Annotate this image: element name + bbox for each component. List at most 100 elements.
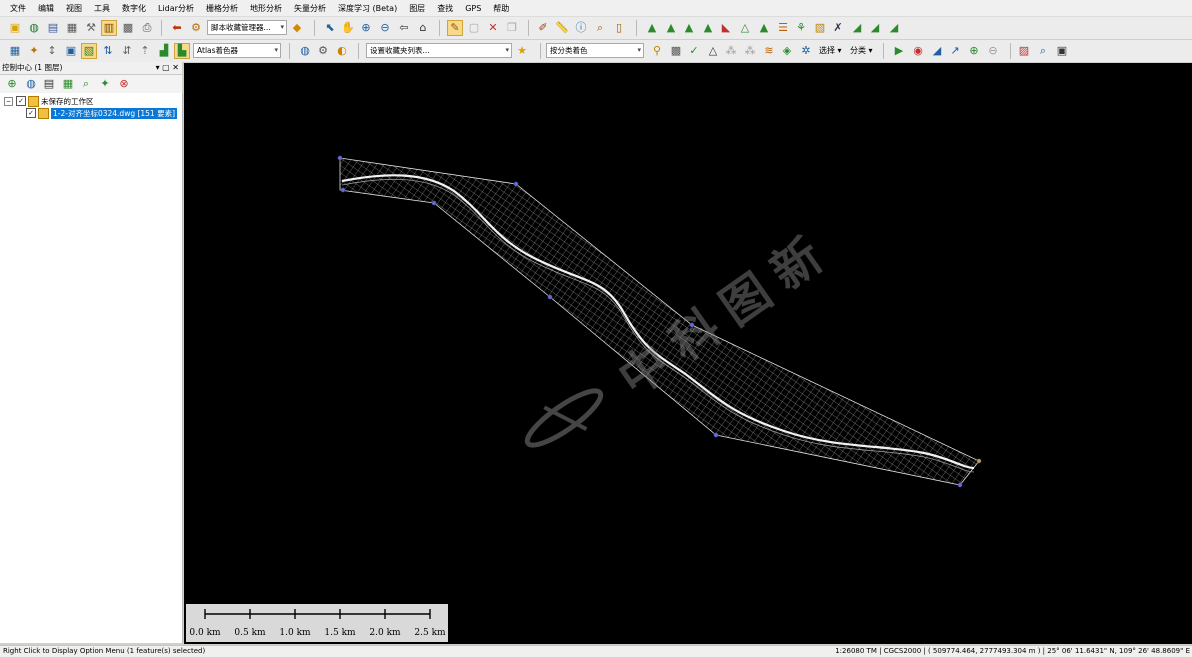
- find-icon[interactable]: ⌕: [592, 20, 608, 36]
- select-menu-button[interactable]: 选择 ▾: [819, 45, 842, 56]
- layer-stack-icon[interactable]: ◈: [779, 43, 795, 59]
- menu-item[interactable]: 地形分析: [244, 3, 288, 14]
- device-icon[interactable]: ▯: [611, 20, 627, 36]
- ruler-icon[interactable]: 📏: [554, 20, 570, 36]
- print-icon[interactable]: ⎙: [139, 20, 155, 36]
- info-icon[interactable]: ⓘ: [573, 20, 589, 36]
- remove-layer-icon[interactable]: ⊗: [116, 76, 132, 92]
- export-icon[interactable]: ▩: [120, 20, 136, 36]
- menu-item[interactable]: Lidar分析: [152, 3, 200, 14]
- height-icon[interactable]: ↕: [44, 43, 60, 59]
- vertex-point[interactable]: [976, 458, 982, 464]
- spark-icon[interactable]: ✲: [798, 43, 814, 59]
- layer-label[interactable]: 1-2-对齐坐标0324.dwg [151 要素]: [51, 107, 178, 119]
- vertex-point[interactable]: [431, 200, 437, 206]
- menu-item[interactable]: 帮助: [487, 3, 515, 14]
- folder-open-icon[interactable]: ▣: [7, 20, 23, 36]
- layout-icon[interactable]: ▣: [63, 43, 79, 59]
- tree-icon[interactable]: ⚘: [793, 20, 809, 36]
- menu-item[interactable]: 数字化: [116, 3, 152, 14]
- menu-item[interactable]: 文件: [0, 3, 32, 14]
- image-icon[interactable]: ▧: [812, 20, 828, 36]
- add-layer-icon[interactable]: ⊕: [4, 76, 20, 92]
- stack-icon[interactable]: ≋: [761, 43, 777, 59]
- vertex-point[interactable]: [547, 294, 553, 300]
- globe-layer-icon[interactable]: ◍: [23, 76, 39, 92]
- favorites-combo[interactable]: 设置收藏夹列表... ▾: [366, 43, 512, 58]
- delete-icon[interactable]: ✕: [485, 20, 501, 36]
- classify-icon[interactable]: ▧: [81, 43, 97, 59]
- water-icon[interactable]: ⇅: [100, 43, 116, 59]
- star-icon[interactable]: ★: [514, 43, 530, 59]
- wrench-icon[interactable]: ⚒: [83, 20, 99, 36]
- remove-point-icon[interactable]: ⊖: [985, 43, 1001, 59]
- script-manager-combo[interactable]: 脚本收藏管理器... ▾: [207, 20, 287, 35]
- digitize-2-icon[interactable]: ◢: [867, 20, 883, 36]
- points-2-icon[interactable]: ⁂: [742, 43, 758, 59]
- menu-item[interactable]: 查找: [431, 3, 459, 14]
- vertex-point[interactable]: [713, 432, 719, 438]
- contour-icon[interactable]: ▲: [756, 20, 772, 36]
- sun-icon[interactable]: ◐: [334, 43, 350, 59]
- new-feature-icon[interactable]: ▢: [466, 20, 482, 36]
- triangle-icon[interactable]: △: [705, 43, 721, 59]
- menu-item[interactable]: 栅格分析: [200, 3, 244, 14]
- tool-a-icon[interactable]: ◢: [929, 43, 945, 59]
- globe-icon[interactable]: ◍: [26, 20, 42, 36]
- filter-icon[interactable]: ✗: [830, 20, 846, 36]
- layer-tool-3-icon[interactable]: ✦: [97, 76, 113, 92]
- ground-icon[interactable]: ▟: [156, 43, 172, 59]
- menu-item[interactable]: 图层: [403, 3, 431, 14]
- edit-pencil-icon[interactable]: ✎: [447, 20, 463, 36]
- table-icon[interactable]: ▦: [64, 20, 80, 36]
- corridor-polygon[interactable]: [339, 157, 980, 486]
- layer-tool-1-icon[interactable]: ▦: [60, 76, 76, 92]
- vertex-point[interactable]: [513, 181, 519, 187]
- add-point-icon[interactable]: ⊕: [966, 43, 982, 59]
- stop-icon[interactable]: ◉: [910, 43, 926, 59]
- table-layer-icon[interactable]: ▤: [41, 76, 57, 92]
- menu-item[interactable]: 矢量分析: [288, 3, 332, 14]
- profile-icon[interactable]: ◣: [718, 20, 734, 36]
- terrain-4-icon[interactable]: ▲: [700, 20, 716, 36]
- grid-lines-icon[interactable]: ☰: [775, 20, 791, 36]
- script-run-icon[interactable]: ⬅: [169, 20, 185, 36]
- map-canvas[interactable]: 中科图新: [184, 63, 1192, 644]
- funnel-icon[interactable]: ⚲: [649, 43, 665, 59]
- tool-b-icon[interactable]: ↗: [947, 43, 963, 59]
- window-icon[interactable]: ▣: [1054, 43, 1070, 59]
- home-icon[interactable]: ⌂: [415, 20, 431, 36]
- classify-color-combo[interactable]: 按分类着色 ▾: [546, 43, 644, 58]
- terrain-3-icon[interactable]: ▲: [681, 20, 697, 36]
- select-arrow-icon[interactable]: ⬉: [322, 20, 338, 36]
- workspace-node[interactable]: − ✓ 未保存的工作区: [4, 95, 94, 107]
- globe-icon[interactable]: ◍: [297, 43, 313, 59]
- digitize-3-icon[interactable]: ◢: [886, 20, 902, 36]
- pan-hand-icon[interactable]: ✋: [340, 20, 356, 36]
- grid-view-icon[interactable]: ▦: [7, 43, 23, 59]
- terrain-2-icon[interactable]: ▲: [663, 20, 679, 36]
- watershed-icon[interactable]: △: [737, 20, 753, 36]
- map-view[interactable]: 中科图新: [184, 63, 1192, 644]
- vertex-point[interactable]: [337, 155, 343, 161]
- vertex-point[interactable]: [957, 482, 963, 488]
- elevation-icon[interactable]: ⇡: [137, 43, 153, 59]
- gear-icon[interactable]: ⚙: [315, 43, 331, 59]
- brush-icon[interactable]: ✐: [535, 20, 551, 36]
- layer-checkbox[interactable]: ✓: [26, 108, 36, 118]
- menu-item[interactable]: 深度学习 (Beta): [332, 3, 403, 14]
- check-icon[interactable]: ✓: [686, 43, 702, 59]
- points-icon[interactable]: ⁂: [723, 43, 739, 59]
- menu-item[interactable]: 工具: [88, 3, 116, 14]
- panel-window-buttons[interactable]: ▾ ▢ ✕: [156, 62, 179, 74]
- script-manager-icon[interactable]: ⚙: [188, 20, 204, 36]
- copy-icon[interactable]: ❐: [504, 20, 520, 36]
- terrain-icon[interactable]: ▲: [644, 20, 660, 36]
- vegetation-icon[interactable]: ▙: [174, 43, 190, 59]
- layer-tool-2-icon[interactable]: ⌕: [78, 76, 94, 92]
- zoom-in-icon[interactable]: ⊕: [358, 20, 374, 36]
- menu-item[interactable]: 视图: [60, 3, 88, 14]
- play-icon[interactable]: ▶: [891, 43, 907, 59]
- collapse-icon[interactable]: −: [4, 96, 13, 106]
- vertex-point[interactable]: [340, 187, 346, 193]
